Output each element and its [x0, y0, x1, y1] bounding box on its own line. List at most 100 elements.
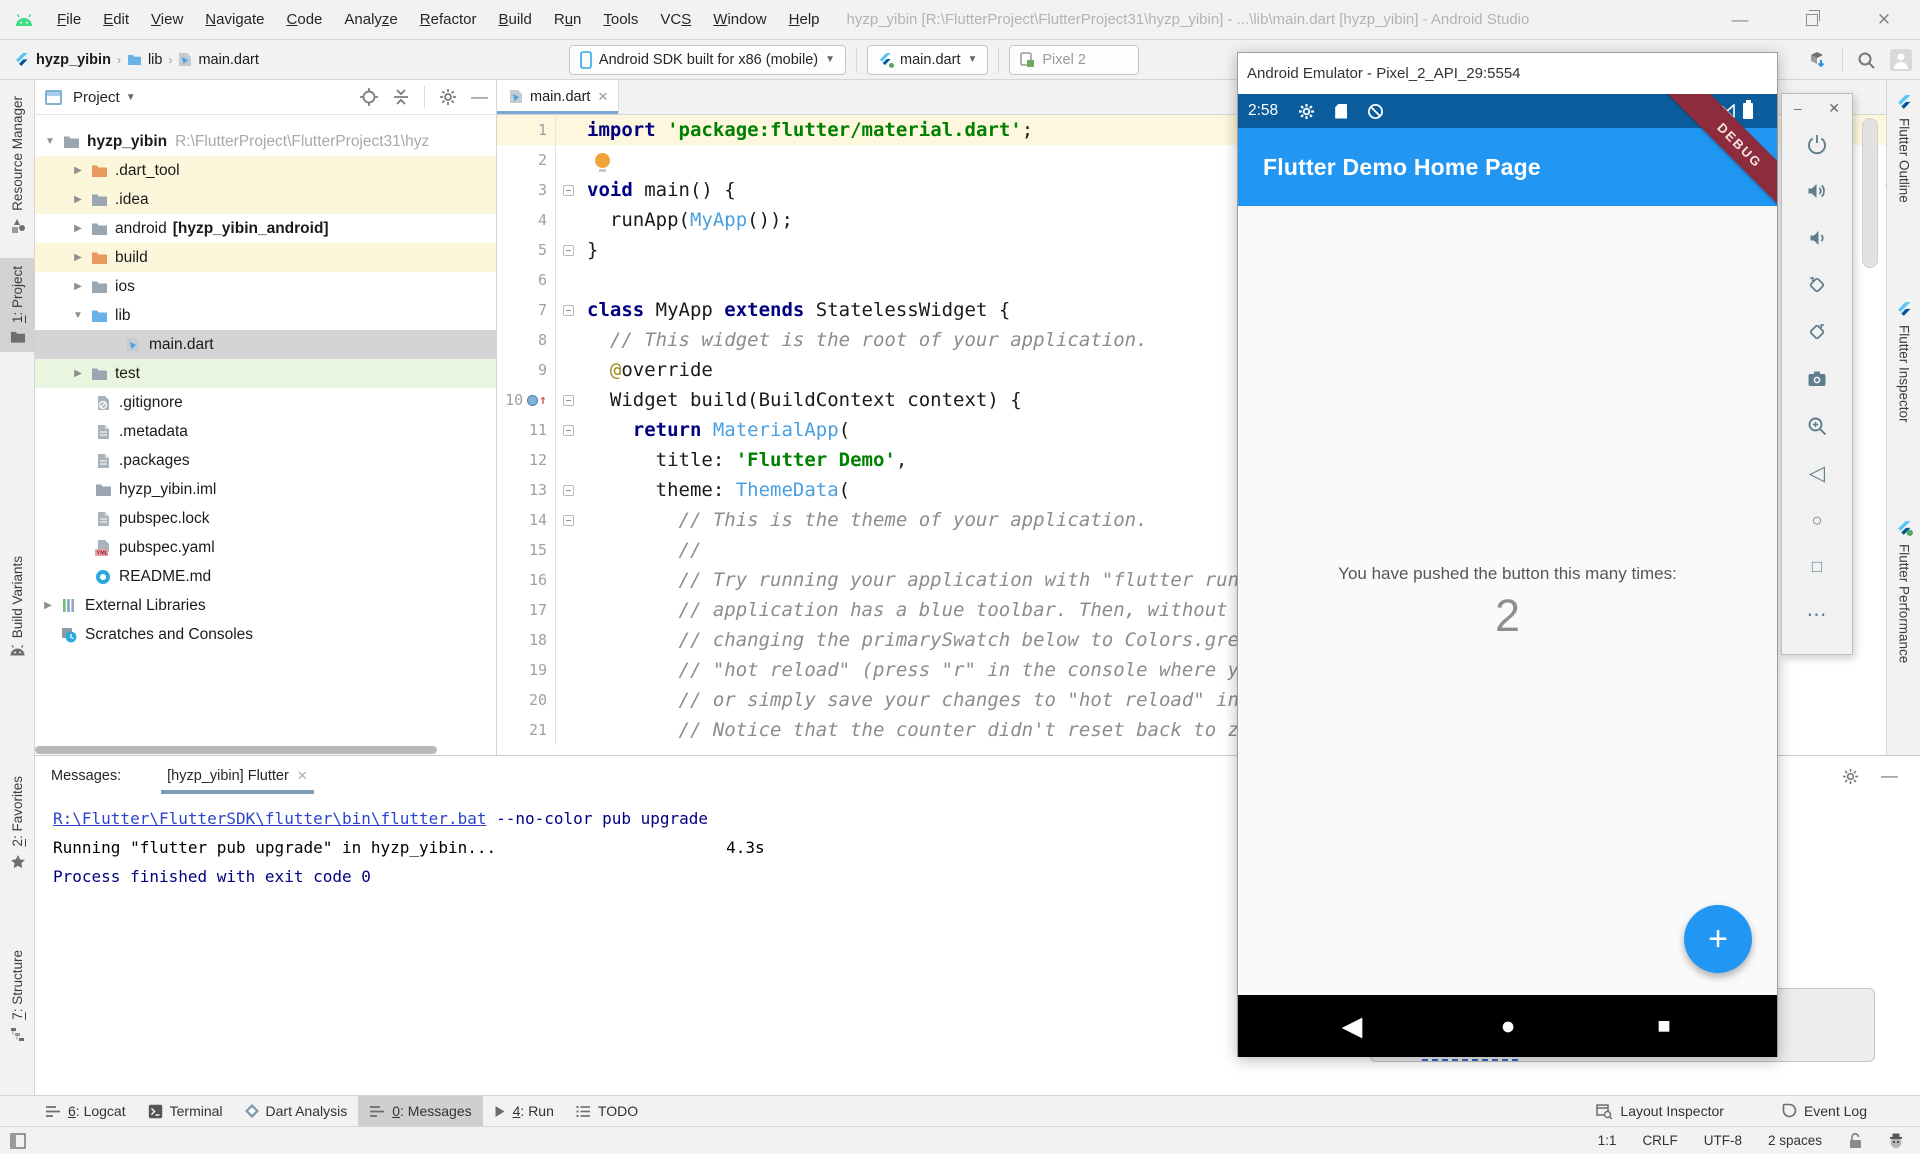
tree-item-pubspec-lock[interactable]: pubspec.lock — [35, 504, 496, 533]
emulator-close-button[interactable]: ✕ — [1828, 100, 1840, 117]
tool-button-0-messages[interactable]: 0: Messages — [358, 1096, 482, 1127]
nav-recents-button[interactable]: ■ — [1636, 995, 1692, 1057]
menu-file[interactable]: File — [46, 11, 92, 28]
chevron-collapsed-icon[interactable]: ▶ — [67, 252, 89, 263]
intention-bulb-icon[interactable] — [595, 153, 610, 168]
breadcrumb-project[interactable]: hyzp_yibin — [36, 52, 111, 68]
tree-item--packages[interactable]: .packages — [35, 446, 496, 475]
fold-marker[interactable] — [555, 415, 581, 445]
nav-back-button[interactable]: ◀ — [1324, 995, 1380, 1057]
caret-position[interactable]: 1:1 — [1598, 1133, 1617, 1148]
file-encoding[interactable]: UTF-8 — [1704, 1133, 1742, 1148]
emulator-minimize-button[interactable]: – — [1794, 100, 1802, 117]
indent-setting[interactable]: 2 spaces — [1768, 1133, 1822, 1148]
collapse-all-icon[interactable] — [392, 89, 410, 105]
emulator-more-button[interactable]: ⋯ — [1806, 603, 1828, 625]
override-gutter-icon[interactable]: ↑ — [527, 393, 547, 408]
tool-button-6-logcat[interactable]: 6: Logcat — [34, 1096, 137, 1127]
menu-code[interactable]: Code — [276, 11, 334, 28]
toolbar-button-flutter-outline[interactable]: Flutter Outline — [1887, 86, 1920, 211]
tree-item--gitignore[interactable]: .gitignore — [35, 388, 496, 417]
close-icon[interactable]: ✕ — [297, 768, 308, 784]
close-icon[interactable]: ✕ — [597, 89, 608, 105]
emulator-rotate-right-button[interactable] — [1806, 321, 1828, 343]
tree-item-readme-md[interactable]: README.md — [35, 562, 496, 591]
toolbar-button-build-variants[interactable]: Build Variants — [0, 548, 35, 664]
toolbar-button-7-structure[interactable]: 7: Structure — [0, 942, 35, 1050]
tree-item-android[interactable]: ▶android[hyzp_yibin_android] — [35, 214, 496, 243]
restore-button[interactable] — [1776, 0, 1848, 40]
device-selector[interactable]: Android SDK built for x86 (mobile) ▼ — [569, 45, 846, 75]
menu-vcs[interactable]: VCS — [649, 11, 702, 28]
tree-item-ios[interactable]: ▶ios — [35, 272, 496, 301]
sdk-manager-icon[interactable] — [1808, 50, 1828, 70]
menu-help[interactable]: Help — [778, 11, 831, 28]
chevron-collapsed-icon[interactable]: ▶ — [67, 223, 89, 234]
fold-marker[interactable] — [555, 385, 581, 415]
tree-item-scratches-and-consoles[interactable]: Scratches and Consoles — [35, 620, 496, 649]
messages-tab-flutter[interactable]: [hyzp_yibin] Flutter ✕ — [161, 756, 314, 796]
minimize-button[interactable]: — — [1704, 0, 1776, 40]
toolbar-button-1-project[interactable]: 1: Project — [0, 258, 35, 352]
emulator-screen[interactable]: 2:58 Flutter Demo Home Page DEBUG — [1238, 94, 1777, 1057]
chevron-collapsed-icon[interactable]: ▶ — [67, 368, 89, 379]
tree-item-pubspec-yaml[interactable]: YMLpubspec.yaml — [35, 533, 496, 562]
emulator-rotate-left-button[interactable] — [1806, 274, 1828, 296]
close-button[interactable]: ✕ — [1848, 0, 1920, 40]
fab-increment-button[interactable]: + — [1684, 905, 1752, 973]
tree-item-build[interactable]: ▶build — [35, 243, 496, 272]
menu-run[interactable]: Run — [543, 11, 593, 28]
run-config-selector[interactable]: main.dart ▼ — [867, 45, 988, 75]
device-frame-button[interactable]: Pixel 2 — [1009, 45, 1139, 75]
settings-icon[interactable] — [439, 88, 457, 106]
flutter-bat-link[interactable]: R:\Flutter\FlutterSDK\flutter\bin\flutte… — [53, 809, 486, 828]
menu-tools[interactable]: Tools — [592, 11, 649, 28]
menu-navigate[interactable]: Navigate — [194, 11, 275, 28]
tree-item--idea[interactable]: ▶.idea — [35, 185, 496, 214]
hide-panel-icon[interactable]: — — [1881, 766, 1898, 786]
fold-marker[interactable] — [555, 235, 581, 265]
hector-icon[interactable] — [1888, 1133, 1904, 1149]
profile-icon[interactable] — [1890, 49, 1912, 71]
tree-item-main-dart[interactable]: main.dart — [35, 330, 496, 359]
chevron-collapsed-icon[interactable]: ▶ — [67, 281, 89, 292]
toolwindow-toggle-icon[interactable] — [10, 1133, 26, 1149]
emulator-home-button[interactable]: ○ — [1806, 509, 1828, 531]
breadcrumb-file[interactable]: main.dart — [198, 52, 258, 68]
emulator-power-button[interactable] — [1806, 133, 1828, 155]
tool-button-todo[interactable]: TODO — [565, 1096, 649, 1127]
nav-home-button[interactable]: ● — [1480, 995, 1536, 1057]
emulator-overview-button[interactable]: □ — [1806, 556, 1828, 578]
toolbar-button-flutter-performance[interactable]: Flutter Performance — [1887, 512, 1920, 671]
menu-window[interactable]: Window — [702, 11, 777, 28]
menu-refactor[interactable]: Refactor — [409, 11, 488, 28]
horizontal-scrollbar[interactable] — [35, 746, 437, 754]
search-icon[interactable] — [1857, 51, 1876, 70]
fold-marker[interactable] — [555, 505, 581, 535]
tool-button-dart-analysis[interactable]: Dart Analysis — [234, 1096, 359, 1127]
toolbar-button-resource-manager[interactable]: Resource Manager — [0, 88, 35, 242]
menu-view[interactable]: View — [140, 11, 194, 28]
emulator-back-button[interactable]: ◁ — [1806, 462, 1828, 484]
tree-item-test[interactable]: ▶test — [35, 359, 496, 388]
unlock-icon[interactable] — [1848, 1132, 1862, 1149]
fold-marker[interactable] — [555, 175, 581, 205]
emulator-volume-down-button[interactable] — [1806, 227, 1828, 249]
breadcrumb-lib[interactable]: lib — [148, 52, 163, 68]
editor-vertical-scrollbar[interactable] — [1862, 118, 1878, 268]
tool-button-4-run[interactable]: 4: Run — [483, 1096, 565, 1127]
project-view-selector[interactable]: Project — [73, 89, 120, 106]
tree-item-hyzp-yibin-iml[interactable]: hyzp_yibin.iml — [35, 475, 496, 504]
tool-button-layout-inspector[interactable]: Layout Inspector — [1585, 1096, 1735, 1127]
tool-button-terminal[interactable]: Terminal — [137, 1096, 234, 1127]
tool-button-event-log[interactable]: Event Log — [1771, 1096, 1878, 1127]
chevron-collapsed-icon[interactable]: ▶ — [67, 165, 89, 176]
tree-item--dart-tool[interactable]: ▶.dart_tool — [35, 156, 496, 185]
toolbar-button-flutter-inspector[interactable]: Flutter Inspector — [1887, 293, 1920, 431]
tab-main-dart[interactable]: main.dart ✕ — [497, 80, 619, 114]
locate-icon[interactable] — [360, 88, 378, 106]
tree-item-external-libraries[interactable]: ▶External Libraries — [35, 591, 496, 620]
tree-item--metadata[interactable]: .metadata — [35, 417, 496, 446]
menu-build[interactable]: Build — [487, 11, 542, 28]
hide-icon[interactable]: — — [471, 87, 488, 107]
